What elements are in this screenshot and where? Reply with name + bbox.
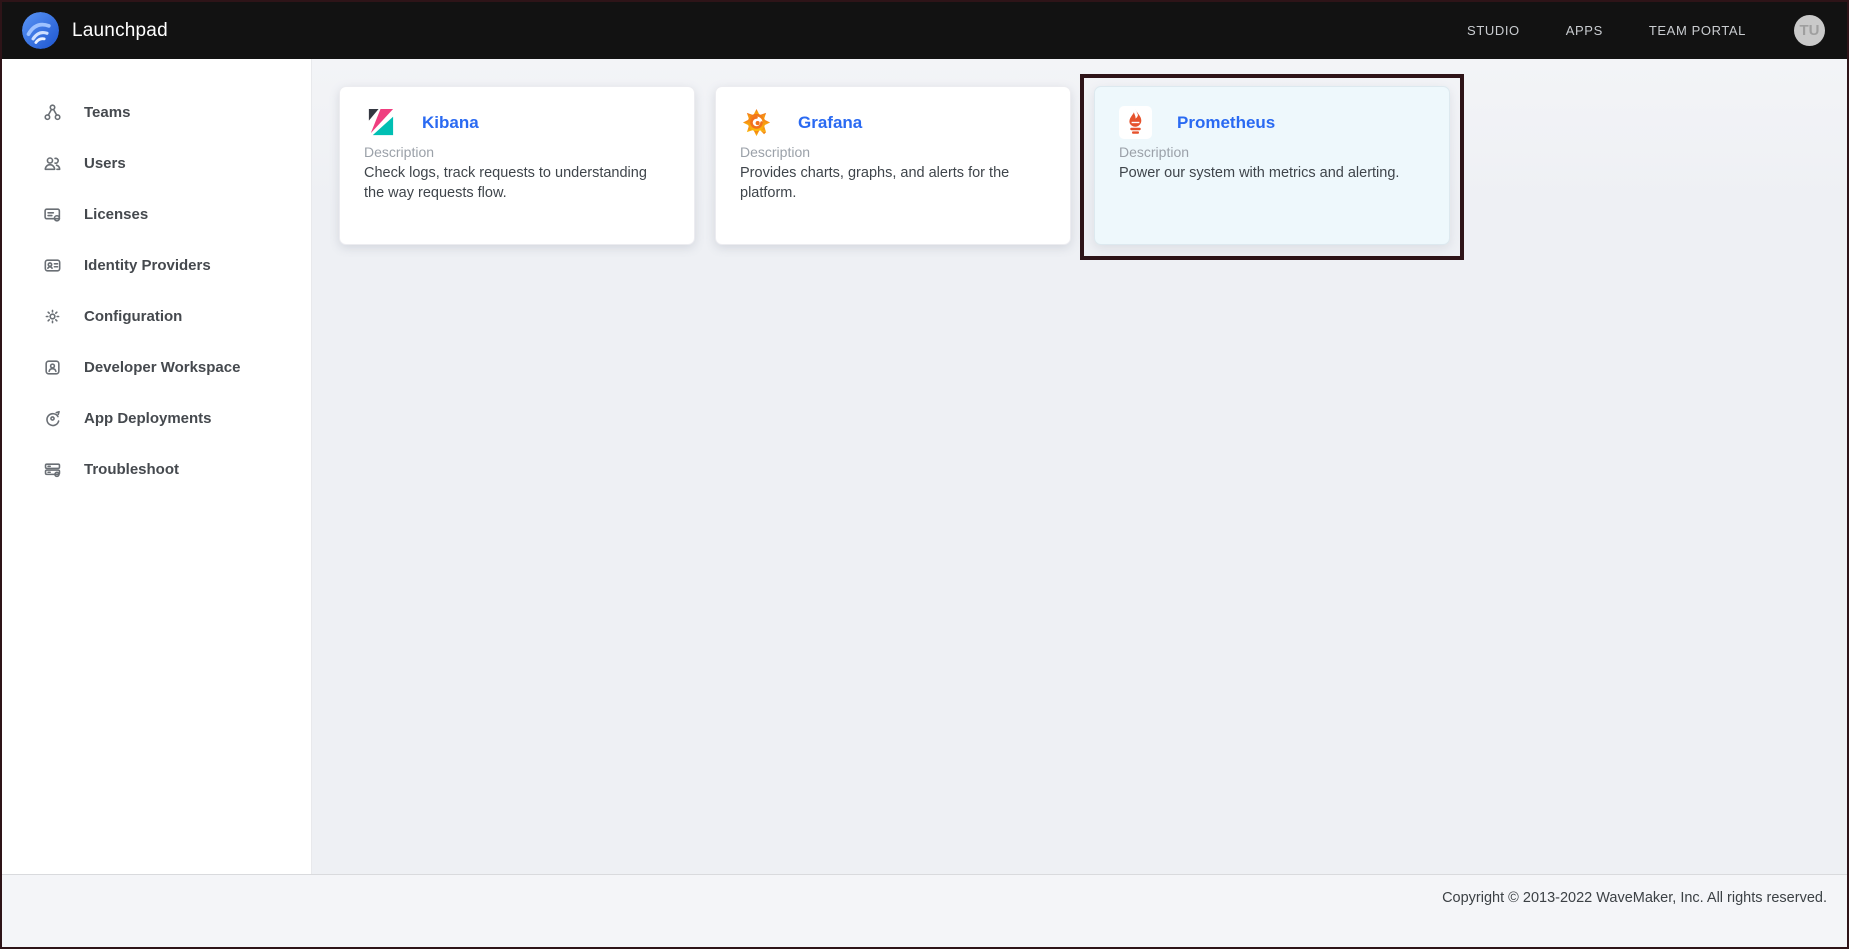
sidebar-item-label: App Deployments xyxy=(84,410,212,427)
brand[interactable]: Launchpad xyxy=(22,12,168,49)
sidebar-item-label: Identity Providers xyxy=(84,257,211,274)
sidebar-item-troubleshoot[interactable]: Troubleshoot xyxy=(2,444,311,495)
nav-studio[interactable]: STUDIO xyxy=(1467,23,1520,38)
app-deployments-icon xyxy=(43,409,62,428)
app-title-grafana: Grafana xyxy=(798,113,862,133)
content-row: Teams Users Licenses xyxy=(2,59,1847,874)
configuration-icon xyxy=(43,307,62,326)
sidebar-item-label: Configuration xyxy=(84,308,182,325)
developer-workspace-icon xyxy=(43,358,62,377)
main-area: Kibana Description Check logs, track req… xyxy=(312,59,1847,874)
app-card-prometheus[interactable]: Prometheus Description Power our system … xyxy=(1094,86,1450,245)
app-cards: Kibana Description Check logs, track req… xyxy=(339,86,1847,260)
sidebar: Teams Users Licenses xyxy=(2,59,312,874)
identity-providers-icon xyxy=(43,256,62,275)
app-card-kibana[interactable]: Kibana Description Check logs, track req… xyxy=(339,86,695,245)
sidebar-item-app-deployments[interactable]: App Deployments xyxy=(2,393,311,444)
card-head: Prometheus xyxy=(1119,106,1425,139)
user-avatar[interactable]: TU xyxy=(1794,15,1825,46)
licenses-icon xyxy=(43,205,62,224)
card-head: Kibana xyxy=(364,106,670,139)
prometheus-logo-icon xyxy=(1119,106,1152,139)
troubleshoot-icon xyxy=(43,460,62,479)
highlight-box: Prometheus Description Power our system … xyxy=(1080,74,1464,260)
top-nav: STUDIO APPS TEAM PORTAL TU xyxy=(1467,15,1825,46)
grafana-logo-icon xyxy=(740,106,773,139)
description-label: Description xyxy=(740,144,1046,160)
copyright-text: Copyright © 2013-2022 WaveMaker, Inc. Al… xyxy=(1442,890,1827,906)
sidebar-item-developer-workspace[interactable]: Developer Workspace xyxy=(2,342,311,393)
sidebar-item-licenses[interactable]: Licenses xyxy=(2,189,311,240)
sidebar-item-identity-providers[interactable]: Identity Providers xyxy=(2,240,311,291)
description-text: Check logs, track requests to understand… xyxy=(364,163,664,203)
users-icon xyxy=(43,154,62,173)
footer: Copyright © 2013-2022 WaveMaker, Inc. Al… xyxy=(2,874,1847,947)
app-title-kibana: Kibana xyxy=(422,113,479,133)
sidebar-item-configuration[interactable]: Configuration xyxy=(2,291,311,342)
sidebar-item-label: Licenses xyxy=(84,206,148,223)
nav-team-portal[interactable]: TEAM PORTAL xyxy=(1649,23,1746,38)
description-label: Description xyxy=(1119,144,1425,160)
nav-apps[interactable]: APPS xyxy=(1566,23,1603,38)
app-title: Launchpad xyxy=(72,20,168,42)
sidebar-item-label: Troubleshoot xyxy=(84,461,179,478)
app-card-grafana[interactable]: Grafana Description Provides charts, gra… xyxy=(715,86,1071,245)
teams-icon xyxy=(43,103,62,122)
launchpad-page: Launchpad STUDIO APPS TEAM PORTAL TU Tea… xyxy=(0,0,1849,949)
description-label: Description xyxy=(364,144,670,160)
description-text: Power our system with metrics and alerti… xyxy=(1119,163,1419,183)
sidebar-item-label: Developer Workspace xyxy=(84,359,240,376)
sidebar-item-label: Users xyxy=(84,155,126,172)
kibana-logo-icon xyxy=(364,106,397,139)
sidebar-item-users[interactable]: Users xyxy=(2,138,311,189)
app-title-prometheus: Prometheus xyxy=(1177,113,1275,133)
description-text: Provides charts, graphs, and alerts for … xyxy=(740,163,1040,203)
sidebar-item-label: Teams xyxy=(84,104,130,121)
sidebar-item-teams[interactable]: Teams xyxy=(2,87,311,138)
card-head: Grafana xyxy=(740,106,1046,139)
wavemaker-logo-icon xyxy=(22,12,59,49)
top-bar: Launchpad STUDIO APPS TEAM PORTAL TU xyxy=(2,2,1847,59)
